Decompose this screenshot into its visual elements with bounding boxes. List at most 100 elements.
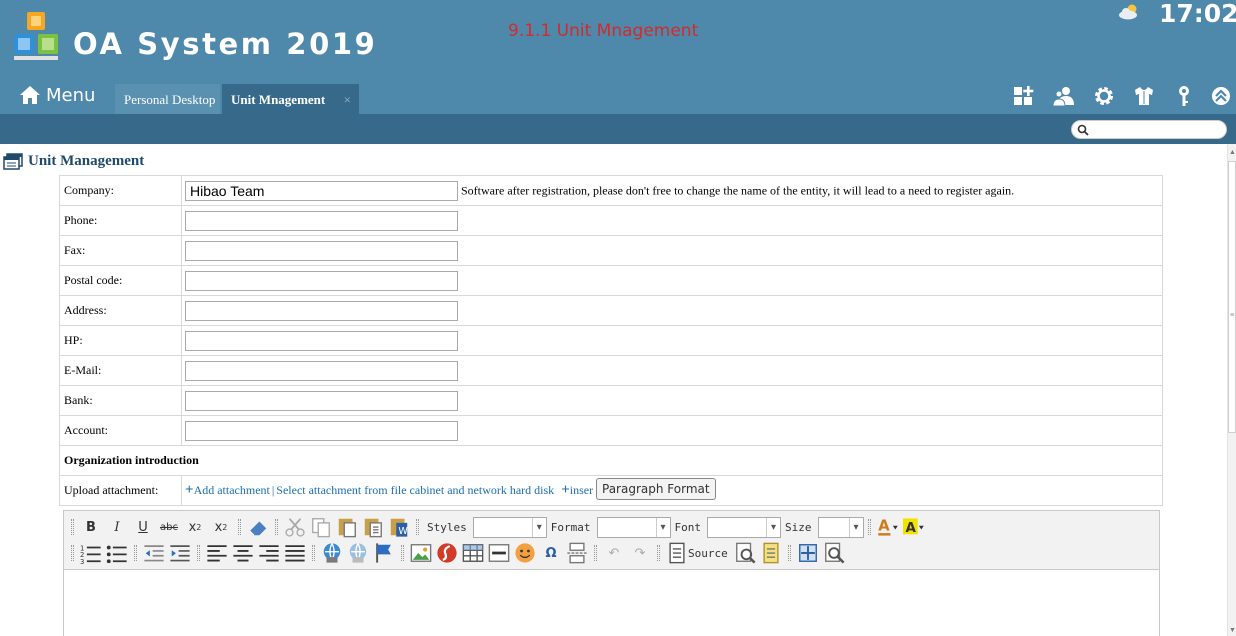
align-right-icon[interactable]	[258, 542, 280, 564]
toolbar-grip	[312, 545, 315, 561]
fax-input[interactable]	[185, 240, 458, 261]
vertical-scrollbar[interactable]: ▲ ≡ ▼	[1227, 144, 1236, 636]
close-icon[interactable]: ×	[344, 84, 351, 115]
tab-personal-desktop[interactable]: Personal Desktop	[115, 84, 220, 114]
menu-button[interactable]: Menu	[19, 82, 95, 108]
gear-icon[interactable]	[1093, 85, 1115, 107]
toolbar-grip	[275, 519, 278, 535]
subscript-button[interactable]: x2	[184, 516, 206, 538]
svg-text:A: A	[905, 521, 916, 536]
company-label: Company:	[59, 175, 182, 206]
link-separator: |	[271, 483, 275, 497]
toolbar-grip	[787, 545, 791, 561]
collapse-up-icon[interactable]	[1210, 85, 1232, 107]
form-row-bank: Bank:	[59, 385, 1163, 416]
form-row-org-intro: Organization introduction	[59, 445, 1163, 476]
insert-link[interactable]: inser	[570, 483, 593, 497]
size-select[interactable]	[817, 516, 864, 538]
source-button[interactable]: Source	[688, 547, 728, 560]
special-char-icon[interactable]: Ω	[540, 542, 562, 564]
bullet-list-icon[interactable]	[106, 542, 128, 564]
flash-icon[interactable]	[436, 542, 458, 564]
smiley-icon[interactable]	[514, 542, 536, 564]
font-label: Font	[674, 520, 702, 534]
strikethrough-button[interactable]: abc	[158, 516, 180, 538]
page-heading: 9.1.1 Unit Mnagement	[508, 21, 699, 41]
postal-code-input[interactable]	[185, 270, 458, 291]
outdent-icon[interactable]	[143, 542, 165, 564]
format-select[interactable]	[596, 516, 671, 538]
background-color-icon[interactable]: A	[902, 516, 925, 538]
form-row-phone: Phone:	[59, 205, 1163, 236]
svg-text:A: A	[878, 518, 890, 535]
toolbar-grip	[134, 545, 137, 561]
styles-select[interactable]	[472, 516, 547, 538]
copy-icon[interactable]	[310, 516, 332, 538]
scroll-down-icon[interactable]: ▼	[1229, 626, 1236, 634]
home-icon	[20, 86, 40, 104]
phone-input[interactable]	[185, 210, 458, 231]
scroll-thumb[interactable]: ≡	[1228, 161, 1236, 433]
users-icon[interactable]	[1053, 85, 1075, 107]
paragraph-format-tooltip: Paragraph Format	[596, 478, 716, 500]
account-input[interactable]	[185, 420, 458, 441]
search-icon	[1077, 124, 1089, 136]
italic-button[interactable]: I	[106, 516, 128, 538]
align-justify-icon[interactable]	[284, 542, 306, 564]
source-icon[interactable]	[666, 542, 688, 564]
paste-text-icon[interactable]	[362, 516, 384, 538]
svg-text:3: 3	[80, 558, 84, 564]
form-row-email: E-Mail:	[59, 355, 1163, 386]
eraser-icon[interactable]	[247, 516, 269, 538]
shirt-icon[interactable]	[1133, 85, 1155, 107]
link-icon[interactable]	[321, 542, 343, 564]
preview-icon[interactable]	[734, 542, 756, 564]
paste-word-icon[interactable]: W	[388, 516, 410, 538]
font-select[interactable]	[707, 516, 781, 538]
page-break-icon[interactable]	[566, 542, 588, 564]
maximize-icon[interactable]	[797, 542, 819, 564]
editor-content-area[interactable]	[64, 569, 1159, 636]
scroll-up-icon[interactable]: ▲	[1229, 148, 1236, 156]
bank-input[interactable]	[185, 390, 458, 411]
horizontal-rule-icon[interactable]	[488, 542, 510, 564]
upload-label: Upload attachment:	[59, 475, 182, 506]
align-left-icon[interactable]	[206, 542, 228, 564]
table-icon[interactable]	[462, 542, 484, 564]
apps-add-icon[interactable]	[1012, 85, 1034, 107]
indent-icon[interactable]	[169, 542, 191, 564]
styles-label: Styles	[427, 520, 467, 534]
templates-icon[interactable]	[760, 542, 782, 564]
cut-icon[interactable]	[284, 516, 306, 538]
tab-unit-management[interactable]: Unit Mnagement ×	[222, 84, 359, 114]
unit-form: Company: Software after registration, pl…	[59, 175, 1163, 506]
anchor-flag-icon[interactable]	[373, 542, 395, 564]
search-input[interactable]	[1092, 122, 1222, 137]
undo-icon[interactable]: ↶	[603, 542, 625, 564]
clock: 17:02	[1159, 0, 1236, 28]
add-attachment-link[interactable]: Add attachment	[194, 483, 270, 497]
bold-button[interactable]: B	[80, 516, 102, 538]
company-input[interactable]	[185, 180, 458, 201]
redo-icon[interactable]: ↷	[629, 542, 651, 564]
search-box[interactable]	[1071, 120, 1227, 139]
superscript-button[interactable]: x2	[210, 516, 232, 538]
numbered-list-icon[interactable]: 123	[80, 542, 102, 564]
paste-icon[interactable]	[336, 516, 358, 538]
select-attachment-link[interactable]: Select attachment from file cabinet and …	[276, 483, 554, 497]
weather-icon[interactable]	[1117, 3, 1141, 21]
image-icon[interactable]	[410, 542, 432, 564]
hp-input[interactable]	[185, 330, 458, 351]
email-field[interactable]	[185, 360, 458, 381]
key-icon[interactable]	[1173, 85, 1195, 107]
address-input[interactable]	[185, 300, 458, 321]
align-center-icon[interactable]	[232, 542, 254, 564]
toolbar-grip	[594, 545, 597, 561]
unlink-icon[interactable]	[347, 542, 369, 564]
toolbar-grip	[416, 519, 419, 535]
toolbar-grip	[71, 519, 74, 535]
toolbar-strip	[0, 114, 1236, 144]
text-color-icon[interactable]: A	[877, 516, 899, 538]
find-icon[interactable]	[823, 542, 845, 564]
underline-button[interactable]: U	[132, 516, 154, 538]
